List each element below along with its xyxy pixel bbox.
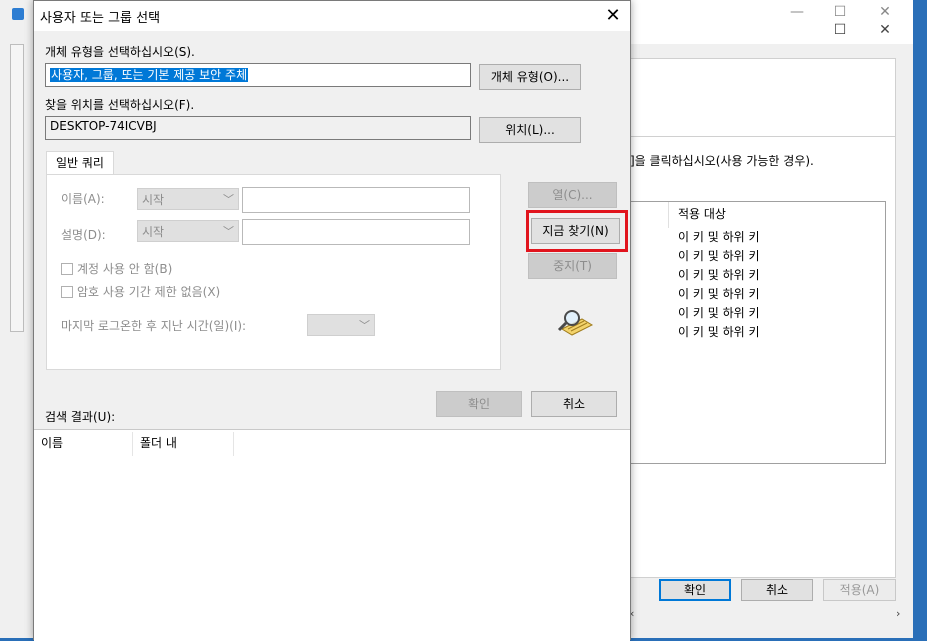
days-since-logon-label: 마지막 로그온한 후 지난 시간(일)(I): — [61, 319, 247, 333]
name-label: 이름(A): — [61, 192, 105, 206]
desktop-background — [913, 0, 927, 638]
cancel-button[interactable]: 취소 — [531, 391, 617, 417]
tab-common-queries[interactable]: 일반 쿼리 — [46, 151, 114, 175]
maximize-icon[interactable]: ☐ — [825, 2, 855, 22]
description-label: 설명(D): — [61, 228, 106, 242]
chevron-down-icon: ﹀ — [223, 193, 234, 206]
object-type-value: 사용자, 그룹, 또는 기본 제공 보안 주체 — [50, 68, 249, 82]
select-users-dialog: 사용자 또는 그룹 선택 ✕ 개체 유형을 선택하십시오(S). 사용자, 그룹… — [33, 0, 631, 641]
highlight-box — [526, 210, 628, 252]
apply-button[interactable]: 적용(A) — [823, 579, 896, 601]
description-condition-combo[interactable]: 시작 ﹀ — [137, 220, 239, 242]
in-folder-column-header[interactable]: 폴더 내 — [133, 434, 233, 454]
object-type-field[interactable]: 사용자, 그룹, 또는 기본 제공 보안 주체 — [45, 63, 471, 87]
permission-row-applies-to[interactable]: 이 키 및 하위 키 — [678, 266, 778, 284]
description-input[interactable] — [242, 219, 470, 245]
name-condition-value: 시작 — [142, 193, 165, 207]
disabled-accounts-label: 계정 사용 안 함(B) — [77, 262, 173, 276]
cancel-button[interactable]: 취소 — [741, 579, 813, 601]
divider — [630, 136, 896, 137]
name-input[interactable] — [242, 187, 470, 213]
permission-row-applies-to[interactable]: 이 키 및 하위 키 — [678, 285, 778, 303]
object-types-button[interactable]: 개체 유형(O)... — [479, 64, 581, 90]
background-window-tree — [10, 44, 24, 332]
location-label: 찾을 위치를 선택하십시오(F). — [45, 98, 195, 112]
close-icon[interactable]: ✕ — [870, 20, 900, 40]
hint-text: ]을 클릭하십시오(사용 가능한 경우). — [630, 154, 814, 168]
locations-button[interactable]: 위치(L)... — [479, 117, 581, 143]
search-results-label: 검색 결과(U): — [45, 410, 116, 424]
nonexpiring-password-checkbox[interactable] — [61, 286, 73, 298]
search-icon — [557, 310, 594, 336]
name-condition-combo[interactable]: 시작 ﹀ — [137, 188, 239, 210]
permission-row-applies-to[interactable]: 이 키 및 하위 키 — [678, 228, 778, 246]
permission-row-applies-to[interactable]: 이 키 및 하위 키 — [678, 323, 778, 341]
maximize-icon[interactable]: ☐ — [825, 20, 855, 40]
column-divider — [668, 202, 669, 228]
registry-icon — [12, 8, 24, 20]
nonexpiring-password-label: 암호 사용 기간 제한 없음(X) — [77, 285, 221, 299]
columns-button[interactable]: 열(C)... — [528, 182, 617, 208]
minimize-icon[interactable]: — — [782, 2, 812, 22]
search-results-list[interactable]: 이름 폴더 내 — [34, 429, 630, 641]
disabled-accounts-checkbox[interactable] — [61, 263, 73, 275]
description-condition-value: 시작 — [142, 225, 165, 239]
name-column-header[interactable]: 이름 — [34, 434, 126, 454]
chevron-down-icon: ﹀ — [223, 225, 234, 238]
location-field[interactable]: DESKTOP-74ICVBJ — [45, 116, 471, 140]
ok-button[interactable]: 확인 — [659, 579, 731, 601]
permission-row-applies-to[interactable]: 이 키 및 하위 키 — [678, 304, 778, 322]
column-divider — [233, 432, 234, 456]
close-icon[interactable]: ✕ — [870, 2, 900, 22]
days-since-logon-combo[interactable]: ﹀ — [307, 314, 375, 336]
chevron-down-icon: ﹀ — [359, 319, 370, 332]
applies-to-column-header[interactable]: 적용 대상 — [678, 205, 758, 221]
stop-button[interactable]: 중지(T) — [528, 253, 617, 279]
permission-row-applies-to[interactable]: 이 키 및 하위 키 — [678, 247, 778, 265]
horizontal-scrollbar[interactable]: ‹ › — [630, 607, 913, 623]
scroll-right-icon[interactable]: › — [896, 607, 900, 620]
close-icon[interactable]: ✕ — [600, 5, 626, 27]
dialog-title: 사용자 또는 그룹 선택 — [40, 11, 161, 26]
object-type-label: 개체 유형을 선택하십시오(S). — [45, 45, 195, 59]
ok-button[interactable]: 확인 — [436, 391, 522, 417]
